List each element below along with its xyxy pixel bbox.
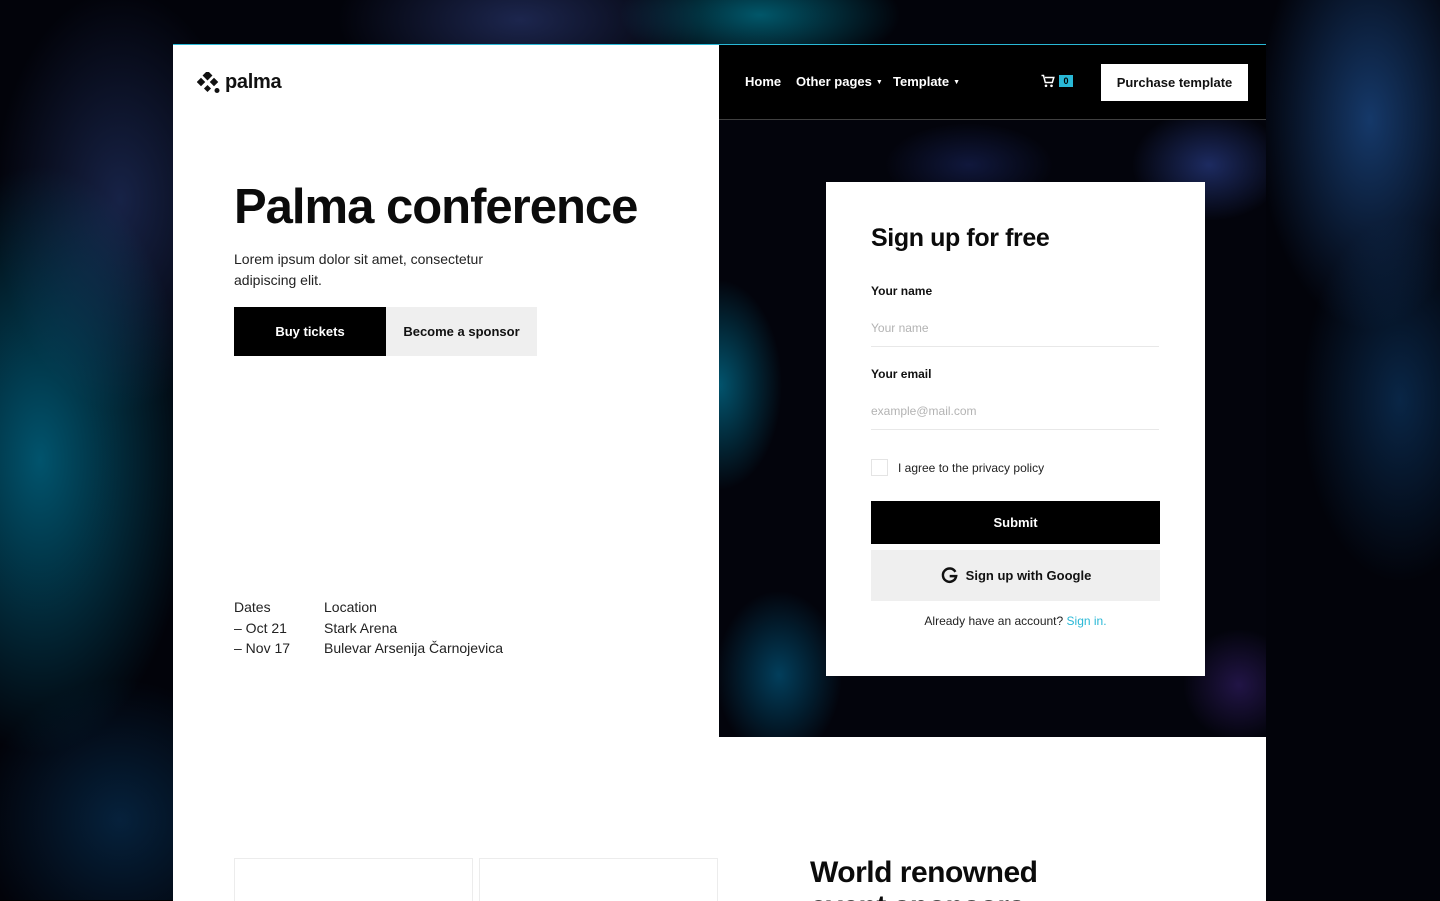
- sponsors-heading: World renowned event sponsors: [810, 856, 1038, 901]
- palma-logo-icon: [197, 71, 220, 93]
- signin-link[interactable]: Sign in.: [1067, 614, 1107, 628]
- google-signup-label: Sign up with Google: [965, 568, 1092, 583]
- brand-name: palma: [225, 71, 282, 93]
- signup-form-card: Sign up for free Your name Your email I …: [826, 182, 1205, 676]
- website-preview: palma Palma conference Lorem ipsum dolor…: [173, 44, 1266, 901]
- hero-title: Palma conference: [234, 180, 638, 234]
- submit-button[interactable]: Submit: [871, 501, 1160, 544]
- sponsor-logo-card: [479, 858, 718, 901]
- nav-item-home[interactable]: Home: [745, 74, 781, 89]
- location-line: Bulevar Arsenija Čarnojevica: [324, 640, 503, 656]
- chevron-down-icon: ▼: [875, 79, 883, 86]
- name-field[interactable]: [871, 310, 1159, 347]
- email-field[interactable]: [871, 393, 1159, 430]
- cart-icon: [1041, 74, 1055, 88]
- email-field-label: Your email: [871, 367, 932, 381]
- sponsor-logo-card: [234, 858, 473, 901]
- google-icon: [941, 567, 958, 583]
- google-signup-button[interactable]: Sign up with Google: [871, 550, 1160, 601]
- event-location: Location Stark Arena Bulevar Arsenija Ča…: [324, 597, 503, 659]
- purchase-template-button[interactable]: Purchase template: [1101, 64, 1248, 101]
- chevron-down-icon: ▼: [953, 79, 961, 86]
- signin-prompt: Already have an account? Sign in.: [826, 614, 1205, 628]
- location-heading: Location: [324, 599, 377, 615]
- nav-item-label: Home: [745, 74, 782, 89]
- nav-item-label: Template: [893, 74, 950, 89]
- hero-section: palma Palma conference Lorem ipsum dolor…: [173, 45, 719, 737]
- privacy-checkbox[interactable]: [871, 459, 888, 476]
- top-navigation: Home Other pages ▼ Template ▼ 0 Purchase t…: [719, 45, 1266, 120]
- signup-title: Sign up for free: [871, 224, 1050, 252]
- event-dates: Dates – Oct 21 – Nov 17: [234, 597, 290, 659]
- date-item: – Oct 21: [234, 619, 287, 636]
- date-item: – Nov 17: [234, 640, 291, 656]
- name-field-label: Your name: [871, 284, 933, 298]
- privacy-checkbox-label: I agree to the privacy policy: [898, 461, 1045, 475]
- hero-description: Lorem ipsum dolor sit amet, consectetur …: [234, 251, 483, 288]
- dates-heading: Dates: [234, 599, 271, 615]
- cart-count-badge: 0: [1059, 75, 1073, 87]
- location-line: Stark Arena: [324, 619, 398, 636]
- nav-item-label: Other pages: [796, 74, 872, 89]
- nav-item-other-pages[interactable]: Other pages ▼: [796, 74, 883, 89]
- brand-logo[interactable]: palma: [197, 71, 282, 94]
- signup-section: Home Other pages ▼ Template ▼ 0 Purchase t…: [719, 45, 1266, 737]
- cart-button[interactable]: 0: [1041, 74, 1073, 88]
- nav-item-template[interactable]: Template ▼: [893, 74, 960, 89]
- become-sponsor-button[interactable]: Become a sponsor: [386, 307, 537, 356]
- buy-tickets-button[interactable]: Buy tickets: [234, 307, 386, 356]
- existing-account-text: Already have an account?: [924, 614, 1064, 628]
